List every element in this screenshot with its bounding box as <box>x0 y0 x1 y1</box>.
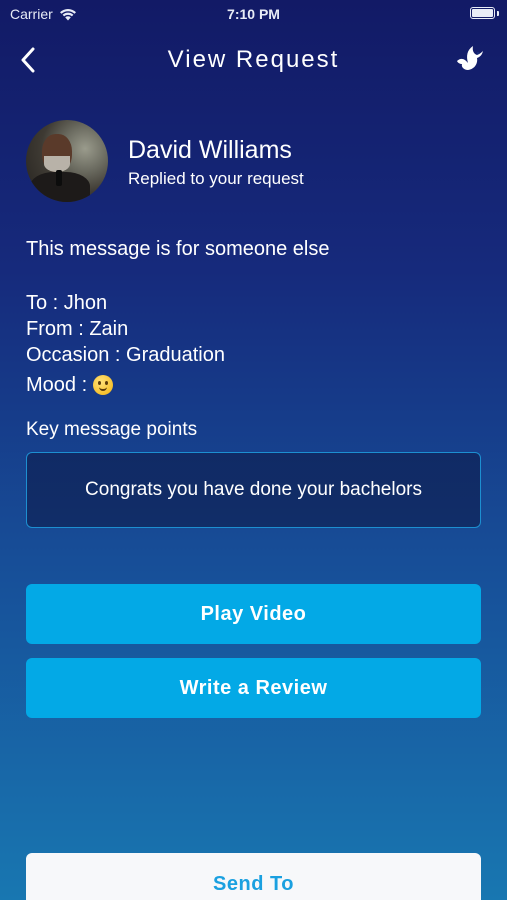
detail-mood: Mood : <box>26 372 225 398</box>
battery-icon <box>470 7 495 19</box>
key-points-text: Congrats you have done your bachelors <box>85 479 422 500</box>
write-review-label: Write a Review <box>179 676 328 699</box>
key-points-box: Congrats you have done your bachelors <box>26 452 481 528</box>
mood-label: Mood : <box>26 374 88 396</box>
message-intro: This message is for someone else <box>26 238 330 260</box>
dove-button[interactable] <box>453 43 485 75</box>
status-bar: Carrier 7:10 PM <box>0 0 507 28</box>
profile-status: Replied to your request <box>128 169 304 188</box>
request-details: To : Jhon From : Zain Occasion : Graduat… <box>26 290 225 398</box>
detail-occasion: Occasion : Graduation <box>26 344 225 366</box>
detail-from: From : Zain <box>26 318 129 340</box>
profile-header: David Williams Replied to your request <box>26 120 486 202</box>
profile-name: David Williams <box>128 136 292 164</box>
avatar <box>26 120 108 202</box>
send-to-label: Send To <box>213 873 294 895</box>
smiling-face-icon <box>93 375 114 395</box>
write-review-button[interactable]: Write a Review <box>26 658 481 718</box>
play-video-button[interactable]: Play Video <box>26 584 481 644</box>
page-title: View Request <box>167 46 340 73</box>
detail-to: To : Jhon <box>26 292 108 314</box>
nav-bar: View Request <box>0 38 507 82</box>
send-to-button[interactable]: Send To <box>26 853 481 900</box>
key-points-label: Key message points <box>26 419 198 440</box>
battery-tip <box>497 11 499 16</box>
play-video-label: Play Video <box>200 602 307 625</box>
status-time: 7:10 PM <box>227 6 280 22</box>
dove-icon <box>457 46 483 70</box>
